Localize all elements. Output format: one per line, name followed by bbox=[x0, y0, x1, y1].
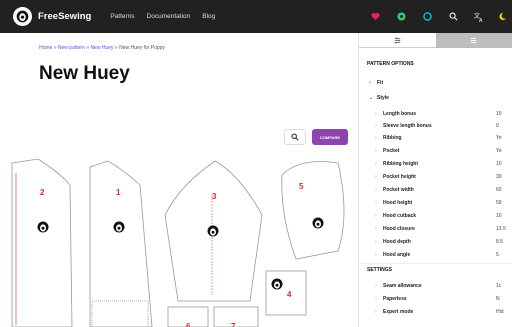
breadcrumb-new-huey[interactable]: New Huey bbox=[90, 45, 113, 51]
chevron-right-icon: › bbox=[369, 80, 371, 86]
option-hood-depth[interactable]: › Hood depth 8.5 bbox=[359, 236, 512, 248]
github-icon[interactable] bbox=[414, 0, 440, 33]
main-content: Home » New pattern » New Huey » New Huey… bbox=[0, 33, 358, 327]
chevron-down-icon: ⌄ bbox=[369, 95, 374, 101]
freesewing-logo-icon bbox=[37, 221, 49, 233]
group-style-label: Style bbox=[377, 95, 389, 101]
option-sleeve-length-bonus[interactable]: › Sleeve length bonus 0 bbox=[359, 120, 512, 132]
chevron-right-icon: › bbox=[375, 111, 377, 117]
chevron-right-icon: › bbox=[375, 187, 377, 193]
chevron-right-icon: › bbox=[375, 239, 377, 245]
tab-pattern-options[interactable] bbox=[359, 33, 436, 48]
nav-blog[interactable]: Blog bbox=[202, 13, 215, 20]
patreon-icon[interactable] bbox=[388, 0, 414, 33]
freesewing-logo-icon bbox=[312, 217, 324, 229]
pattern-piece-4 bbox=[265, 270, 307, 316]
nav-patterns[interactable]: Patterns bbox=[110, 13, 134, 20]
sidebar: PATTERN OPTIONS › Fit ⌄ Style › Length bo… bbox=[358, 33, 512, 327]
chevron-right-icon: › bbox=[375, 161, 377, 167]
option-pocket-width[interactable]: › Pocket width 60 bbox=[359, 184, 512, 196]
topbar-icons: 文A bbox=[362, 0, 512, 33]
piece-label-1: 1 bbox=[116, 188, 121, 197]
setting-seam-allowance[interactable]: › Seam allowance 1c bbox=[359, 280, 512, 292]
nav-documentation[interactable]: Documentation bbox=[147, 13, 191, 20]
svg-text:A: A bbox=[479, 18, 483, 22]
zoom-button[interactable] bbox=[284, 129, 306, 145]
chevron-right-icon: › bbox=[375, 252, 377, 258]
top-navbar: FreeSewing Patterns Documentation Blog 文… bbox=[0, 0, 512, 33]
tab-menu[interactable] bbox=[435, 33, 512, 48]
piece-label-4: 4 bbox=[287, 290, 292, 299]
group-fit[interactable]: › Fit bbox=[359, 80, 512, 90]
piece-label-5: 5 bbox=[299, 182, 304, 191]
breadcrumb-home[interactable]: Home bbox=[39, 45, 52, 51]
chevron-right-icon: › bbox=[375, 123, 377, 129]
pattern-piece-7 bbox=[213, 306, 259, 327]
piece-label-2: 2 bbox=[40, 188, 45, 197]
pattern-draft[interactable]: 2 1 3 5 4 6 7 bbox=[0, 155, 358, 327]
breadcrumb: Home » New pattern » New Huey » New Huey… bbox=[39, 45, 165, 51]
setting-expert-mode[interactable]: › Expert mode Hid bbox=[359, 306, 512, 318]
translate-icon[interactable]: 文A bbox=[466, 0, 492, 33]
compare-button[interactable]: COMPARE bbox=[312, 129, 348, 145]
pattern-options-heading: PATTERN OPTIONS bbox=[367, 61, 414, 67]
pattern-piece-2 bbox=[11, 158, 73, 327]
page-title: New Huey bbox=[39, 63, 130, 84]
piece-label-7: 7 bbox=[231, 322, 236, 327]
pattern-piece-1 bbox=[89, 160, 153, 327]
main-nav: Patterns Documentation Blog bbox=[110, 13, 215, 20]
freesewing-logo-icon bbox=[271, 278, 283, 290]
option-pocket-height[interactable]: › Pocket height 30 bbox=[359, 171, 512, 183]
chevron-right-icon: › bbox=[375, 148, 377, 154]
breadcrumb-separator: » bbox=[114, 45, 118, 51]
piece-label-6: 6 bbox=[186, 322, 191, 327]
chevron-right-icon: › bbox=[375, 309, 377, 315]
setting-paperless[interactable]: › Paperless N bbox=[359, 293, 512, 305]
heart-icon[interactable] bbox=[362, 0, 388, 33]
sliders-icon bbox=[394, 37, 401, 43]
menu-icon bbox=[470, 37, 477, 44]
option-hood-height[interactable]: › Hood height 59 bbox=[359, 197, 512, 209]
freesewing-logo-icon[interactable] bbox=[13, 7, 32, 26]
brand-name[interactable]: FreeSewing bbox=[38, 11, 91, 22]
group-fit-label: Fit bbox=[377, 80, 384, 86]
chevron-right-icon: › bbox=[375, 213, 377, 219]
piece-label-3: 3 bbox=[212, 192, 217, 201]
divider bbox=[359, 263, 512, 264]
moon-icon[interactable] bbox=[492, 0, 512, 33]
sidebar-tabs bbox=[359, 33, 512, 48]
pocket-outline bbox=[91, 300, 149, 327]
chevron-right-icon: › bbox=[375, 283, 377, 289]
breadcrumb-separator: » bbox=[53, 45, 57, 51]
option-length-bonus[interactable]: › Length bonus 10 bbox=[359, 108, 512, 120]
chevron-right-icon: › bbox=[375, 226, 377, 232]
freesewing-logo-icon bbox=[207, 225, 219, 237]
option-ribbing-height[interactable]: › Ribbing height 10 bbox=[359, 158, 512, 170]
option-ribbing[interactable]: › Ribbing Ye bbox=[359, 132, 512, 144]
option-hood-cutback[interactable]: › Hood cutback 10 bbox=[359, 210, 512, 222]
breadcrumb-separator: » bbox=[86, 45, 90, 51]
chevron-right-icon: › bbox=[375, 296, 377, 302]
option-hood-angle[interactable]: › Hood angle 5 bbox=[359, 249, 512, 261]
option-pocket[interactable]: › Pocket Ye bbox=[359, 145, 512, 157]
chevron-right-icon: › bbox=[375, 174, 377, 180]
chevron-right-icon: › bbox=[375, 200, 377, 206]
group-style[interactable]: ⌄ Style bbox=[359, 95, 512, 105]
freesewing-logo-icon bbox=[113, 221, 125, 233]
search-icon[interactable] bbox=[440, 0, 466, 33]
breadcrumb-current: New Huey for Poppy bbox=[119, 45, 165, 51]
zoom-icon bbox=[291, 133, 299, 141]
breadcrumb-new-pattern[interactable]: New pattern bbox=[58, 45, 85, 51]
settings-heading: SETTINGS bbox=[367, 267, 393, 273]
pattern-piece-5 bbox=[281, 161, 345, 260]
chevron-right-icon: › bbox=[375, 135, 377, 141]
option-hood-closure[interactable]: › Hood closure 13.5 bbox=[359, 223, 512, 235]
